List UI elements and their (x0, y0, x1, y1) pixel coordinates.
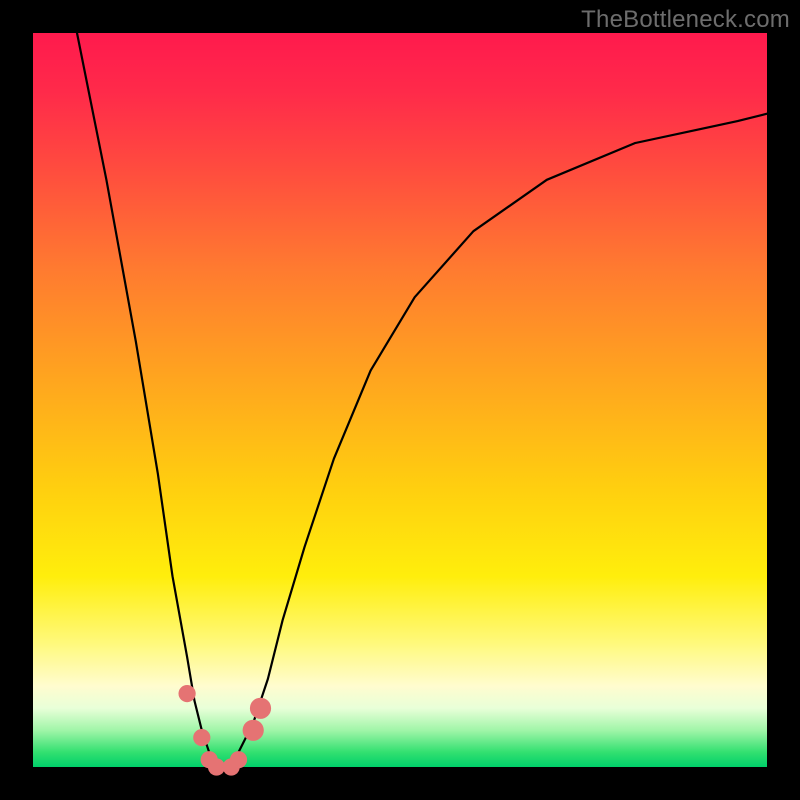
curve-marker (243, 720, 264, 741)
plot-area (33, 33, 767, 767)
curve-marker (179, 685, 196, 702)
curve-marker (230, 751, 247, 768)
chart-frame: TheBottleneck.com (0, 0, 800, 800)
curve-marker (250, 698, 271, 719)
curve-marker (193, 729, 210, 746)
bottleneck-curve (77, 33, 767, 767)
watermark-text: TheBottleneck.com (581, 6, 790, 34)
curve-marker (208, 758, 225, 775)
curve-layer (33, 33, 767, 767)
curve-markers (179, 685, 272, 776)
